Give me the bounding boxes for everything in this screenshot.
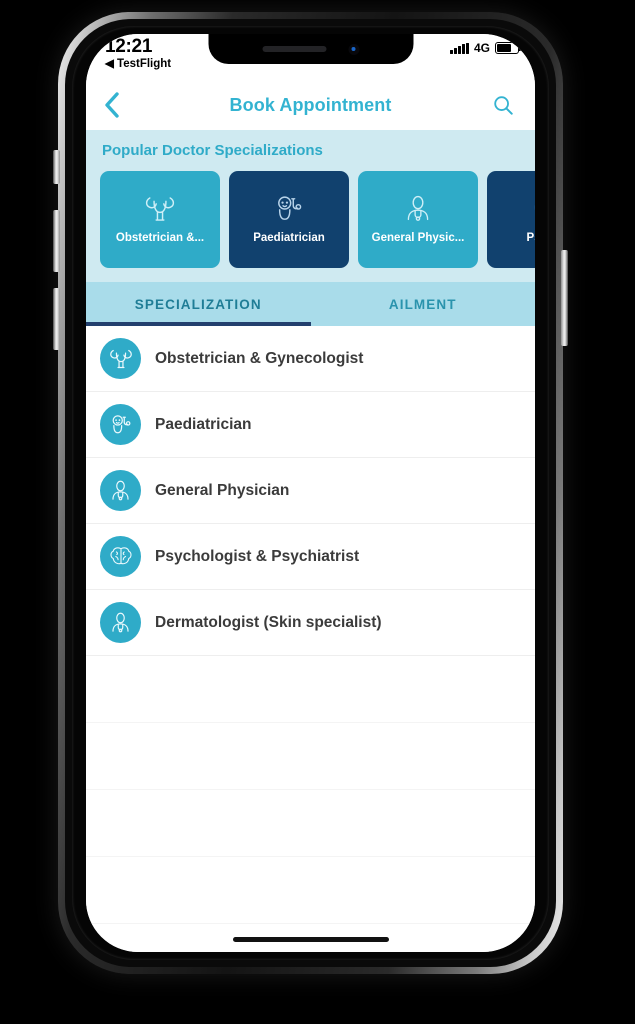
list-placeholder-row [86,723,535,790]
phone-screen: 12:21 ◀ TestFlight 4G Book Appointment P… [86,34,535,952]
list-item-label: Dermatologist (Skin specialist) [155,613,382,631]
specialization-card[interactable]: Psycho [487,171,535,268]
specialization-card-carousel[interactable]: Obstetrician &... Paediatrician General … [86,171,535,268]
list-item[interactable]: General Physician [86,458,535,524]
power-button[interactable] [561,250,568,346]
list-item[interactable]: Dermatologist (Skin specialist) [86,590,535,656]
list-item-label: General Physician [155,481,290,499]
volume-up-button[interactable] [53,210,60,272]
list-item[interactable]: Psychologist & Psychiatrist [86,524,535,590]
popular-specializations-section: Popular Doctor Specializations Obstetric… [86,130,535,282]
tab-ailment[interactable]: AILMENT [311,282,536,326]
mute-switch-button[interactable] [53,150,60,184]
popular-section-title: Popular Doctor Specializations [102,142,323,159]
specialization-card[interactable]: General Physic... [358,171,478,268]
network-type-label: 4G [473,41,490,55]
doctor-icon [402,188,434,230]
earpiece-speaker-icon [262,46,326,52]
tab-label: SPECIALIZATION [134,296,262,312]
brain-icon [100,536,141,577]
tab-specialization[interactable]: SPECIALIZATION [86,282,311,326]
notch [208,34,413,64]
nav-bar: Book Appointment [86,80,535,130]
list-placeholder-row [86,857,535,924]
list-item-label: Obstetrician & Gynecologist [155,349,364,367]
page-title: Book Appointment [229,94,392,115]
signal-bars-icon [450,42,469,54]
specialization-card-label: Psycho [526,231,535,244]
doctor-icon [100,602,141,643]
list-item-label: Paediatrician [155,415,252,433]
uterus-icon [143,188,177,230]
back-button[interactable] [104,90,130,120]
specialization-card[interactable]: Obstetrician &... [100,171,220,268]
status-back-to-app[interactable]: ◀ TestFlight [105,57,171,71]
baby-stethoscope-icon [100,404,141,445]
list-item-label: Psychologist & Psychiatrist [155,547,360,565]
status-time: 12:21 [105,36,153,57]
baby-stethoscope-icon [272,188,306,230]
tab-label: AILMENT [388,296,457,312]
tab-bar: SPECIALIZATION AILMENT [86,282,535,326]
status-bar-left: 12:21 ◀ TestFlight [105,36,171,71]
uterus-icon [100,338,141,379]
home-indicator[interactable] [232,937,389,942]
status-bar-right: 4G [450,41,522,55]
specialization-card-label: Obstetrician &... [115,231,205,244]
specialization-card[interactable]: Paediatrician [229,171,349,268]
search-icon [494,96,513,115]
front-camera-icon [348,43,359,55]
list-placeholder-row [86,656,535,723]
specialization-card-label: General Physic... [371,231,465,244]
search-button[interactable] [489,91,517,119]
brain-icon [531,188,535,230]
doctor-icon [100,470,141,511]
specialization-list: Obstetrician & Gynecologist Paediatricia… [86,326,535,952]
list-item[interactable]: Obstetrician & Gynecologist [86,326,535,392]
list-placeholder-row [86,790,535,857]
screenshot-root: 12:21 ◀ TestFlight 4G Book Appointment P… [0,0,635,1024]
volume-down-button[interactable] [53,288,60,350]
battery-icon [495,42,522,54]
specialization-card-label: Paediatrician [253,231,325,244]
list-item[interactable]: Paediatrician [86,392,535,458]
